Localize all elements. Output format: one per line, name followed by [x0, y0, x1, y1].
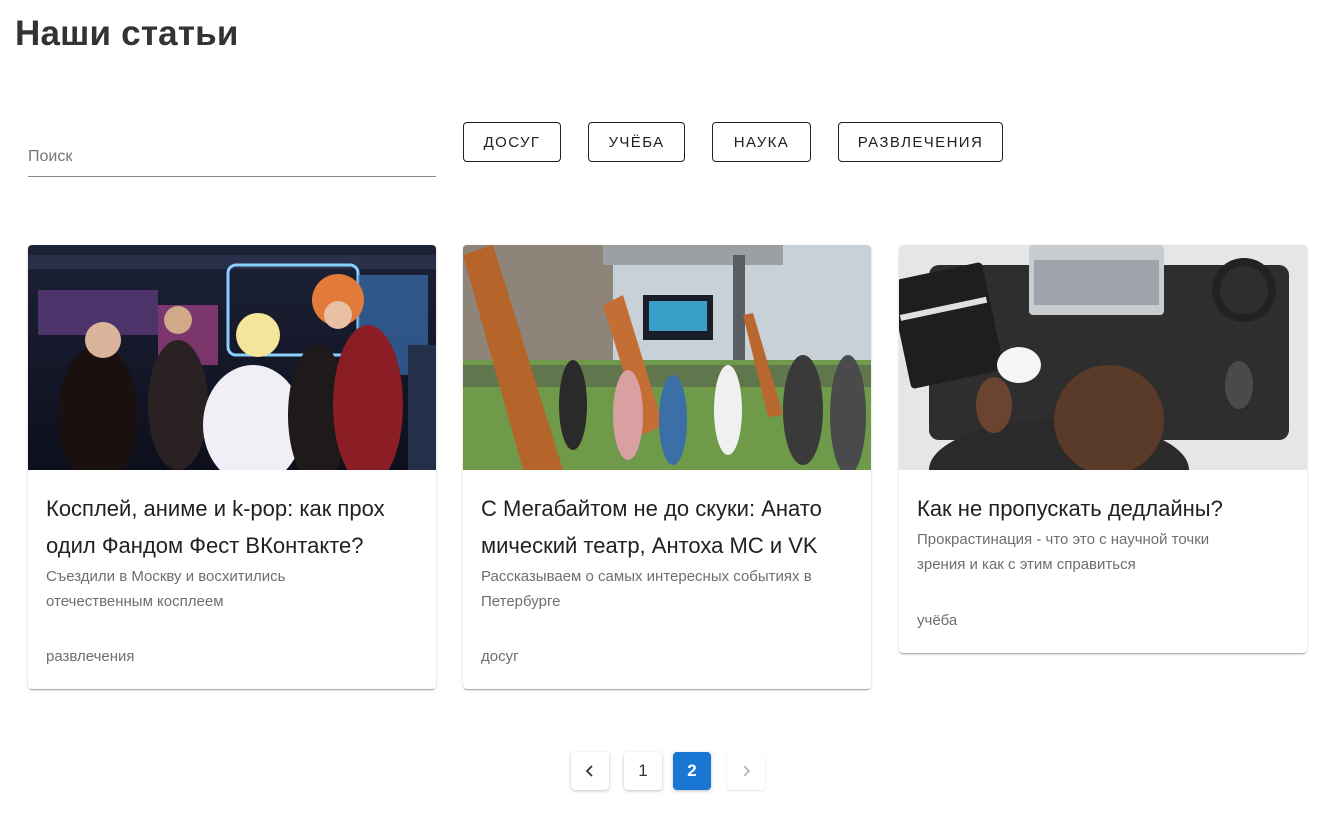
article-card[interactable]: Косплей, аниме и k-pop: как прох одил Фа… [28, 245, 436, 689]
article-description: Съездили в Москву и восхитились отечеств… [46, 568, 286, 610]
article-image [899, 245, 1307, 470]
filter-study-button[interactable]: УЧЁБА [588, 122, 685, 162]
page-title: Наши статьи [15, 14, 239, 53]
article-tag: развлечения [46, 648, 135, 665]
pagination-page-button[interactable]: 1 [624, 752, 662, 790]
filter-science-button[interactable]: НАУКА [712, 122, 811, 162]
article-description: Рассказываем о самых интересных событиях… [481, 568, 812, 610]
article-image [28, 245, 436, 470]
article-title[interactable]: Косплей, аниме и k-pop: как прох одил Фа… [46, 490, 418, 564]
search-field[interactable] [28, 140, 436, 177]
pagination-page-button-current[interactable]: 2 [673, 752, 711, 790]
article-card[interactable]: С Мегабайтом не до скуки: Анато мический… [463, 245, 871, 689]
article-tag: учёба [917, 612, 958, 629]
article-card[interactable]: Как не пропускать дедлайны? Прокрастинац… [899, 245, 1307, 653]
article-title[interactable]: С Мегабайтом не до скуки: Анато мический… [481, 490, 853, 564]
filter-entertainment-button[interactable]: РАЗВЛЕЧЕНИЯ [838, 122, 1003, 162]
article-description: Прокрастинация - что это с научной точки… [917, 531, 1210, 573]
chevron-left-icon [585, 765, 593, 777]
search-input[interactable] [28, 140, 436, 174]
article-image [463, 245, 871, 470]
article-tag: досуг [481, 648, 519, 665]
article-title[interactable]: Как не пропускать дедлайны? [917, 490, 1289, 527]
chevron-right-icon [743, 765, 751, 777]
filter-leisure-button[interactable]: ДОСУГ [463, 122, 561, 162]
pagination-prev-button[interactable] [571, 752, 609, 790]
pagination-next-button[interactable] [727, 752, 765, 790]
